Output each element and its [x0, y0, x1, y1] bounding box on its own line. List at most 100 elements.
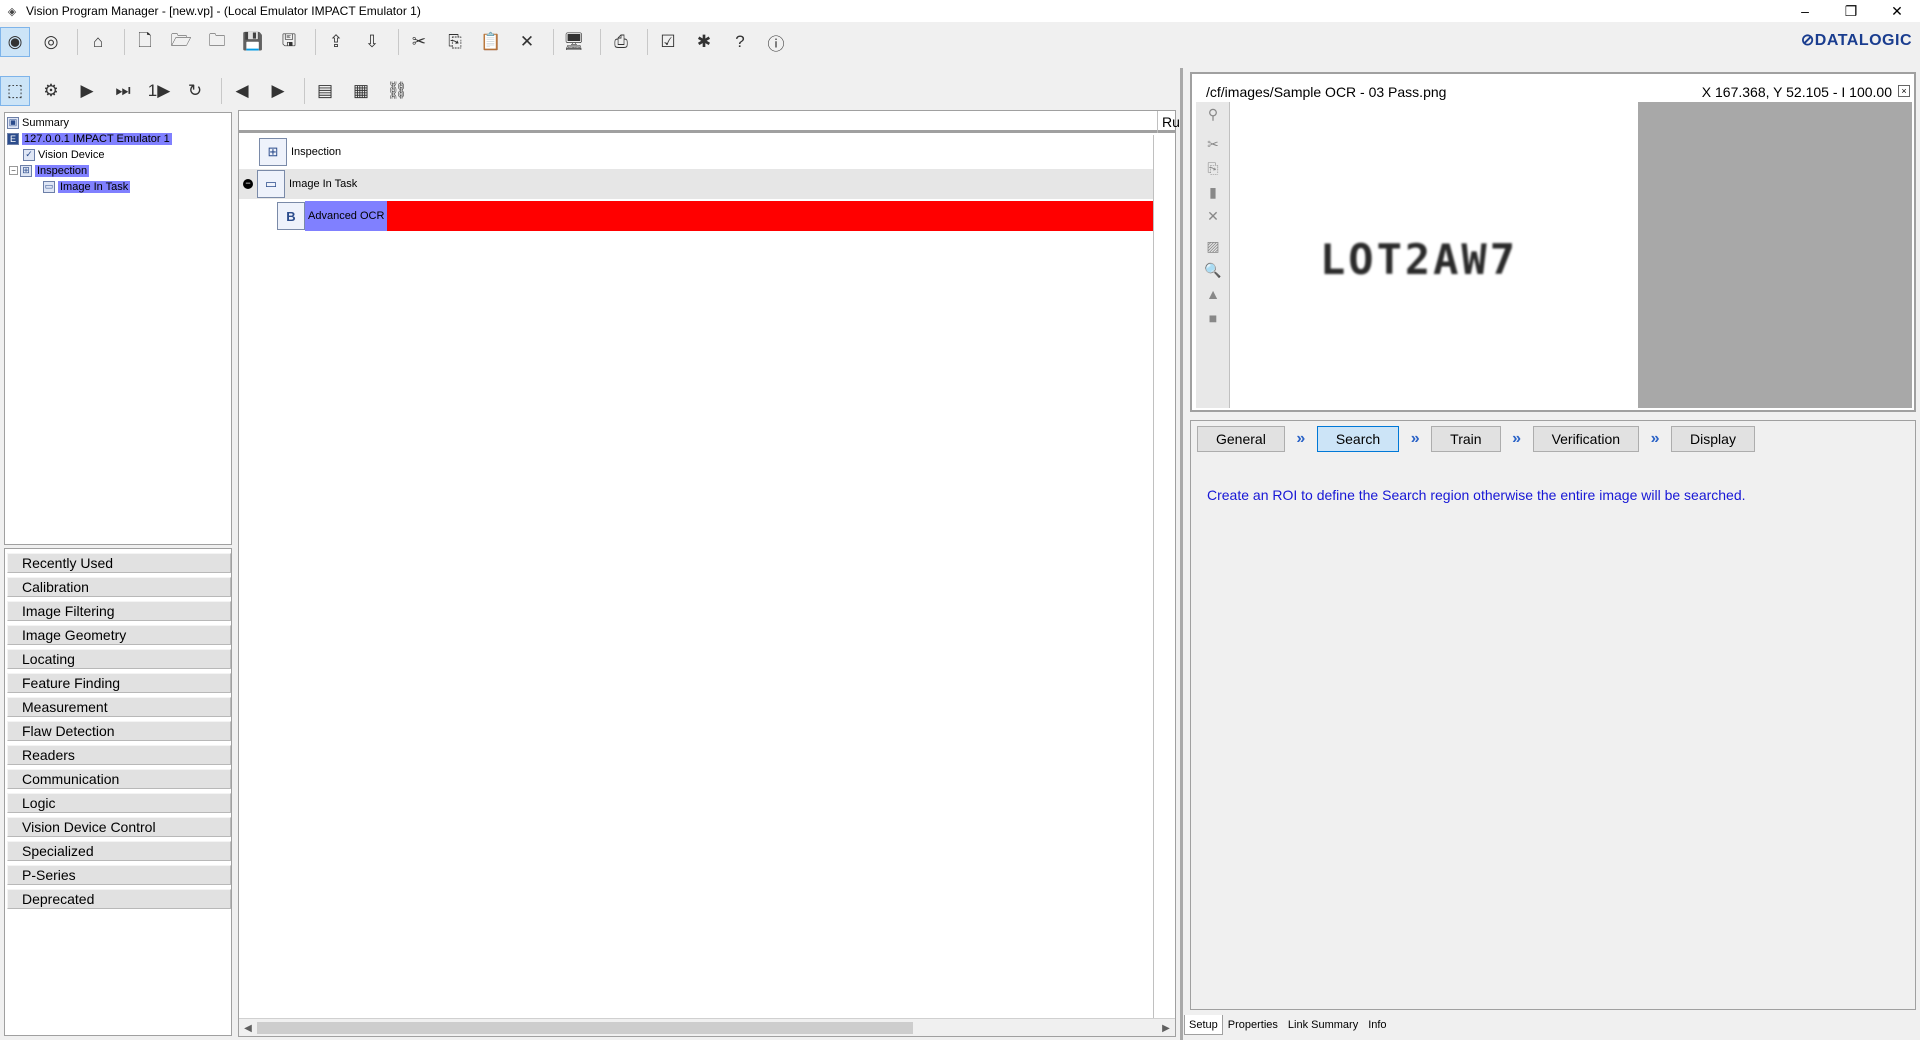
link-icon[interactable]: ⛓	[382, 76, 412, 106]
bug-icon[interactable]: ✱	[689, 27, 719, 57]
run-column-header[interactable]: Ru	[1157, 111, 1180, 133]
tab-display[interactable]: Display	[1671, 426, 1755, 452]
tab-train[interactable]: Train	[1431, 426, 1501, 452]
pin-icon[interactable]: ×	[1898, 85, 1910, 97]
download-icon[interactable]: ⇩	[357, 27, 387, 57]
scroll-left-icon[interactable]: ◀	[239, 1019, 257, 1037]
loop-icon[interactable]: ↻	[180, 76, 210, 106]
category-item[interactable]: Calibration	[7, 577, 231, 597]
tree-item-device-address[interactable]: E 127.0.0.1 IMPACT Emulator 1	[7, 131, 172, 146]
category-item[interactable]: Deprecated	[7, 889, 231, 909]
program-tree: ▣ Summary E 127.0.0.1 IMPACT Emulator 1 …	[4, 112, 232, 545]
checklist-icon[interactable]: ☑	[653, 27, 683, 57]
restore-button[interactable]: ❐	[1828, 0, 1874, 22]
save-all-icon[interactable]: 🖫	[274, 27, 304, 57]
category-item[interactable]: Image Filtering	[7, 601, 231, 621]
category-item[interactable]: Vision Device Control	[7, 817, 231, 837]
upload-icon[interactable]: ⇪	[321, 27, 351, 57]
cut-icon[interactable]: ✂	[1196, 132, 1230, 156]
close-button[interactable]: ✕	[1874, 0, 1920, 22]
scrollbar-thumb[interactable]	[257, 1022, 913, 1034]
toolbar-separator	[77, 29, 78, 55]
stack-icon[interactable]: ▤	[310, 76, 340, 106]
tab-search[interactable]: Search	[1316, 426, 1400, 452]
toolbar-separator	[315, 29, 316, 55]
cursor-coordinates: X 167.368, Y 52.105 - I 100.00	[1701, 84, 1892, 100]
toolbar-separator	[398, 29, 399, 55]
image-icon[interactable]: ▲	[1196, 282, 1230, 306]
overlay-icon[interactable]: ▨	[1196, 234, 1230, 258]
folder-icon[interactable]: 🗀	[202, 27, 232, 57]
step-icon[interactable]: ⏭	[108, 76, 138, 106]
category-item[interactable]: Specialized	[7, 841, 231, 861]
back-icon[interactable]: ◀	[227, 76, 257, 106]
run-once-icon[interactable]: 1▶	[144, 76, 174, 106]
title-bar: ◈ Vision Program Manager - [new.vp] - (L…	[0, 0, 1920, 22]
delete-icon[interactable]: ✕	[1196, 204, 1230, 228]
roi-icon[interactable]: ⚲	[1196, 102, 1230, 126]
sample-image[interactable]: LOT2AW7	[1232, 102, 1638, 408]
copy-icon[interactable]: ⎘	[1196, 156, 1230, 180]
delete-icon[interactable]: ✕	[512, 27, 542, 57]
paste-icon[interactable]: ▮	[1196, 180, 1230, 204]
category-item[interactable]: Measurement	[7, 697, 231, 717]
paste-icon[interactable]: 📋	[476, 27, 506, 57]
forward-icon[interactable]: ▶	[263, 76, 293, 106]
settings-icon[interactable]: ⚙	[36, 76, 66, 106]
blank-icon[interactable]: ■	[1196, 306, 1230, 330]
tree-item-label: Image In Task	[58, 180, 131, 193]
category-item[interactable]: Readers	[7, 745, 231, 765]
scroll-right-icon[interactable]: ▶	[1157, 1019, 1175, 1037]
bottom-tab-setup[interactable]: Setup	[1184, 1015, 1223, 1035]
tab-verification[interactable]: Verification	[1532, 426, 1640, 452]
tree-item-vision-device[interactable]: ✓ Vision Device	[23, 147, 104, 162]
tree-item-label: 127.0.0.1 IMPACT Emulator 1	[22, 132, 172, 145]
copy-icon[interactable]: ⎘	[440, 27, 470, 57]
category-item[interactable]: Logic	[7, 793, 231, 813]
minimize-button[interactable]: –	[1782, 0, 1828, 22]
category-item[interactable]: Locating	[7, 649, 231, 669]
step-row-inspection[interactable]: ⊞ Inspection	[239, 137, 1153, 167]
next-step-icon: »	[1650, 430, 1660, 447]
bottom-tab-info[interactable]: Info	[1363, 1015, 1391, 1035]
stop-icon[interactable]: ◎	[36, 27, 66, 57]
image-canvas-area[interactable]: LOT2AW7	[1232, 102, 1912, 408]
step-row-image-in-task[interactable]: − ▭ Image In Task	[239, 169, 1153, 199]
tree-item-inspection[interactable]: − ⊞ Inspection	[9, 163, 90, 178]
category-item[interactable]: Image Geometry	[7, 625, 231, 645]
error-status-bar	[387, 201, 1153, 231]
bottom-tab-link-summary[interactable]: Link Summary	[1283, 1015, 1363, 1035]
horizontal-scrollbar[interactable]: ◀ ▶	[239, 1018, 1175, 1036]
cut-icon[interactable]: ✂	[404, 27, 434, 57]
about-icon[interactable]: ⓘ	[761, 27, 791, 57]
tab-general[interactable]: General	[1197, 426, 1285, 452]
step-label: Advanced OCR	[305, 201, 388, 231]
print-icon[interactable]: ⎙	[606, 27, 636, 57]
zoom-icon[interactable]: 🔍	[1196, 258, 1230, 282]
category-item[interactable]: P-Series	[7, 865, 231, 885]
tree-item-summary[interactable]: ▣ Summary	[7, 115, 69, 130]
edit-mode-icon[interactable]: ⬚	[0, 76, 30, 106]
category-item[interactable]: Feature Finding	[7, 673, 231, 693]
collapse-icon[interactable]: −	[243, 179, 253, 189]
collapse-icon[interactable]: −	[9, 166, 18, 175]
toolbar-separator	[221, 78, 222, 104]
monitor-icon[interactable]: 🖥	[559, 27, 589, 57]
home-icon[interactable]: ⌂	[83, 27, 113, 57]
category-item[interactable]: Flaw Detection	[7, 721, 231, 741]
save-icon[interactable]: 💾	[238, 27, 268, 57]
tree-item-image-in-task[interactable]: ▭ Image In Task	[43, 179, 131, 194]
run-icon[interactable]: ▶	[72, 76, 102, 106]
category-item[interactable]: Communication	[7, 769, 231, 789]
pane-splitter[interactable]	[1180, 68, 1183, 1040]
category-item[interactable]: Recently Used	[7, 553, 231, 573]
device-icon: E	[7, 132, 19, 145]
window-controls: – ❐ ✕	[1782, 0, 1920, 22]
new-file-icon[interactable]: 🗋	[130, 27, 160, 57]
grid-icon[interactable]: ▦	[346, 76, 376, 106]
open-icon[interactable]: 🗁	[166, 27, 196, 57]
bottom-tab-properties[interactable]: Properties	[1223, 1015, 1283, 1035]
connect-icon[interactable]: ◉	[0, 27, 30, 57]
help-icon[interactable]: ?	[725, 27, 755, 57]
step-row-advanced-ocr[interactable]: B Advanced OCR	[239, 201, 1153, 231]
